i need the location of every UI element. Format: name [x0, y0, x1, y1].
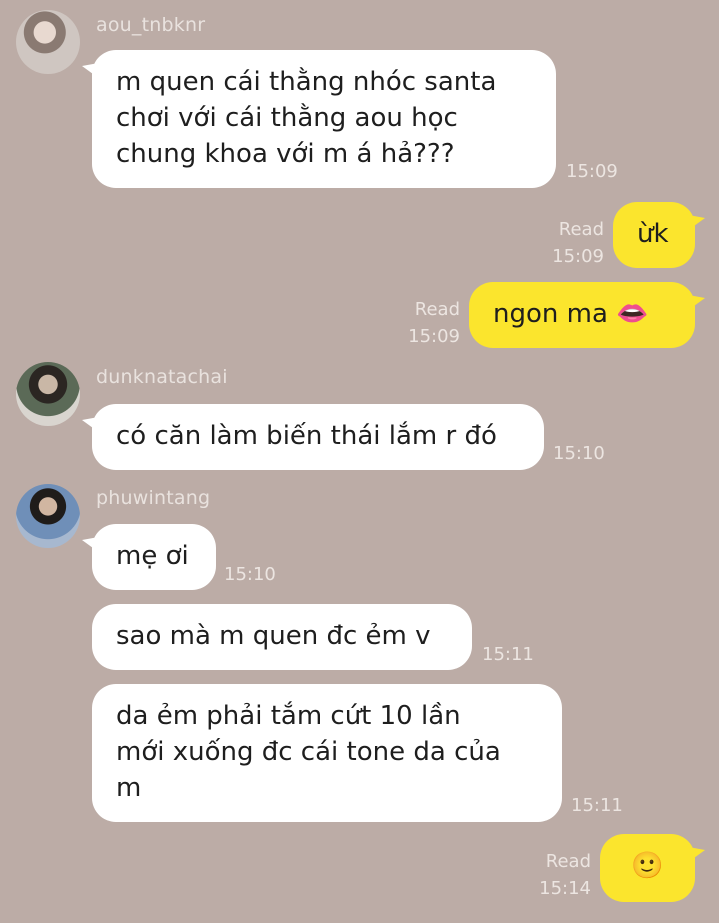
incoming-message-bubble[interactable]: da ẻm phải tắm cứt 10 lần mới xuống đc c… [92, 684, 562, 822]
message-time: 15:14 [539, 878, 591, 899]
read-status: Read [558, 219, 604, 240]
incoming-message-bubble[interactable]: mẹ ơi [92, 524, 216, 590]
read-status: Read [414, 299, 460, 320]
incoming-message-bubble[interactable]: sao mà m quen đc ẻm v [92, 604, 472, 670]
sender-name: phuwintang [96, 487, 211, 509]
message-time: 15:11 [482, 644, 534, 665]
outgoing-message-bubble[interactable]: ừk [613, 202, 695, 268]
incoming-message-bubble[interactable]: m quen cái thằng nhóc santa chơi với cái… [92, 50, 556, 188]
chat-thread: aou_tnbknr m quen cái thằng nhóc santa c… [0, 0, 719, 923]
sender-name: aou_tnbknr [96, 14, 206, 36]
avatar[interactable] [16, 362, 80, 426]
outgoing-message-bubble[interactable]: ngon ma 👄 [469, 282, 695, 348]
message-time: 15:09 [566, 161, 618, 182]
message-text: sao mà m quen đc ẻm v [116, 621, 431, 651]
message-text: có căn làm biến thái lắm r đó [116, 421, 497, 451]
message-time: 15:10 [224, 564, 276, 585]
message-time: 15:11 [571, 795, 623, 816]
message-text: da ẻm phải tắm cứt 10 lần mới xuống đc c… [116, 701, 501, 803]
message-text: mẹ ơi [116, 541, 189, 571]
message-time: 15:09 [408, 326, 460, 347]
sender-name: dunknatachai [96, 366, 228, 388]
message-time: 15:10 [553, 443, 605, 464]
message-time: 15:09 [552, 246, 604, 267]
message-text: m quen cái thằng nhóc santa chơi với cái… [116, 67, 497, 169]
outgoing-message-bubble[interactable]: 🙂 [600, 834, 695, 902]
read-status: Read [545, 851, 591, 872]
message-text: ừk [637, 219, 669, 249]
smiley-icon: 🙂 [631, 851, 664, 881]
avatar[interactable] [16, 10, 80, 74]
message-text: ngon ma 👄 [493, 299, 649, 329]
avatar[interactable] [16, 484, 80, 548]
incoming-message-bubble[interactable]: có căn làm biến thái lắm r đó [92, 404, 544, 470]
